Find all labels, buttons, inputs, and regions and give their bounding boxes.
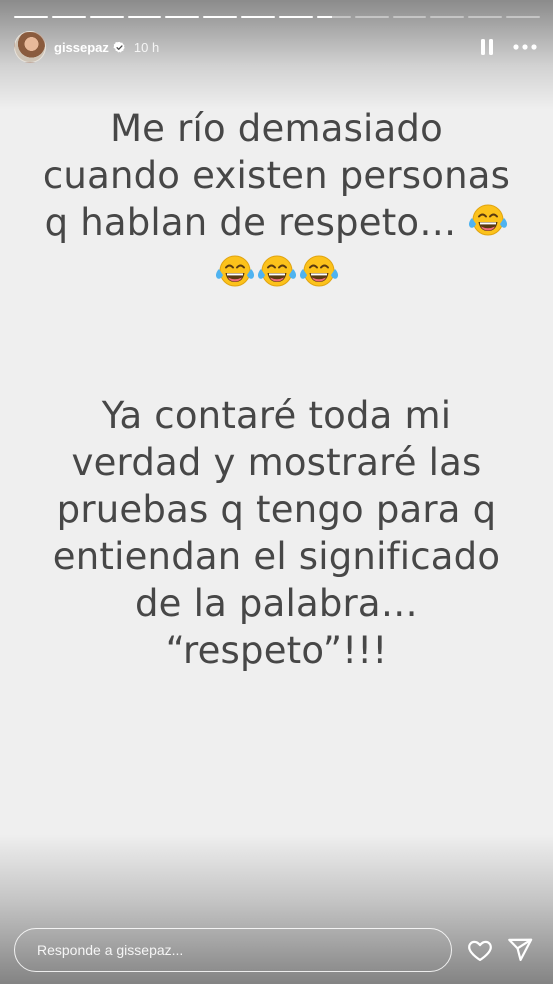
story-timestamp: 10 h xyxy=(133,39,160,55)
progress-segment-fill xyxy=(316,16,333,18)
progress-segment-fill xyxy=(241,16,276,18)
story-line: Ya contaré toda mi xyxy=(101,394,452,437)
progress-segment xyxy=(127,16,162,18)
story-header: gissepaz 10 h xyxy=(14,31,540,63)
story-line: Me río demasiado xyxy=(110,107,443,150)
progress-segment xyxy=(14,16,48,18)
story-progress-bar xyxy=(14,16,541,18)
progress-segment xyxy=(468,16,503,18)
username[interactable]: gissepaz xyxy=(54,40,109,55)
progress-segment-fill xyxy=(279,16,313,18)
story-line: de la palabra… xyxy=(134,582,418,625)
progress-segment xyxy=(354,16,389,18)
reply-input[interactable] xyxy=(35,941,451,959)
tears-of-joy-emoji-icon xyxy=(468,201,508,241)
avatar[interactable] xyxy=(14,31,46,63)
story-line: entiendan el significado xyxy=(52,535,501,578)
emoji-row xyxy=(0,246,553,293)
story-line: cuando existen personas xyxy=(42,154,511,197)
progress-segment xyxy=(241,16,276,18)
progress-segment-fill xyxy=(14,16,48,18)
story-line: pruebas q tengo para q xyxy=(56,488,497,531)
progress-segment-fill xyxy=(203,16,238,18)
story-viewer[interactable]: gissepaz 10 h Me río demasiado cuando ex… xyxy=(0,0,553,984)
progress-segment-fill xyxy=(127,16,162,18)
progress-segment xyxy=(203,16,238,18)
progress-segment-fill xyxy=(51,16,86,18)
story-line: “respeto”!!! xyxy=(165,629,388,672)
progress-segment xyxy=(392,16,427,18)
story-line-text: q hablan de respeto… xyxy=(44,201,457,244)
progress-segment xyxy=(316,16,351,18)
progress-segment-fill xyxy=(89,16,124,18)
verified-badge-icon xyxy=(113,41,126,54)
heart-icon[interactable] xyxy=(466,936,494,964)
progress-segment xyxy=(506,16,541,18)
tears-of-joy-emoji-icon xyxy=(215,252,255,292)
progress-segment-fill xyxy=(165,16,200,18)
progress-segment xyxy=(165,16,200,18)
progress-segment xyxy=(89,16,124,18)
story-line: q hablan de respeto… xyxy=(0,199,553,246)
story-line: verdad y mostraré las xyxy=(71,441,482,484)
story-paragraph-2: Ya contaré toda mi verdad y mostraré las… xyxy=(0,392,553,674)
pause-icon[interactable] xyxy=(474,34,500,60)
tears-of-joy-emoji-icon xyxy=(299,252,339,292)
send-icon[interactable] xyxy=(506,936,534,964)
progress-segment xyxy=(430,16,465,18)
progress-segment xyxy=(51,16,86,18)
progress-segment xyxy=(279,16,313,18)
tears-of-joy-emoji-icon xyxy=(257,252,297,292)
more-options-icon[interactable] xyxy=(510,34,540,60)
story-paragraph-1: Me río demasiado cuando existen personas… xyxy=(0,105,553,293)
reply-field[interactable] xyxy=(14,928,452,972)
